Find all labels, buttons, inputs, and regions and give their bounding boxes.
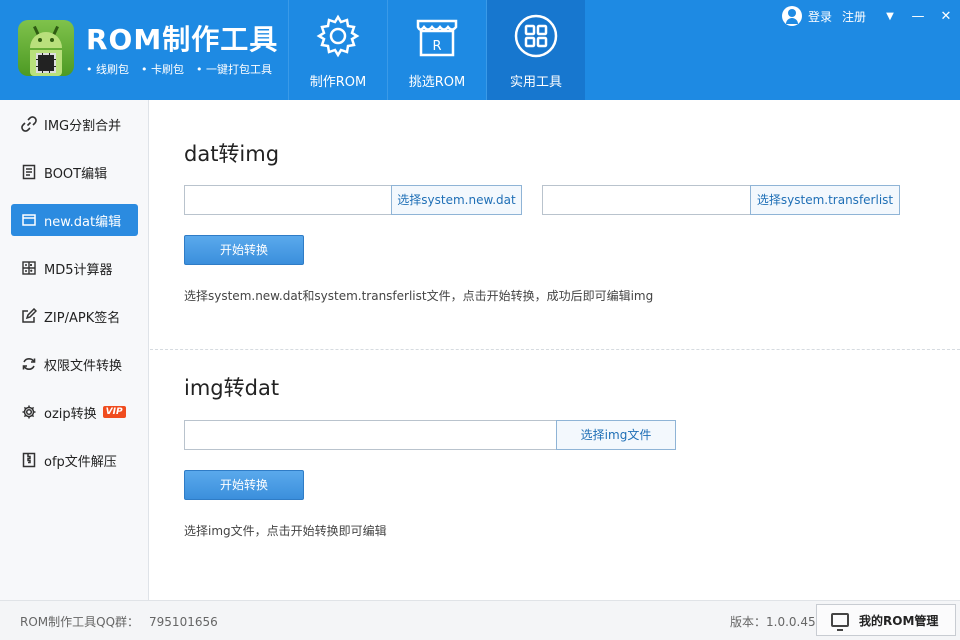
sidebar-item-label: ZIP/APK签名 xyxy=(44,310,121,326)
calculator-icon xyxy=(21,260,37,276)
sidebar-item-img-split[interactable]: IMG分割合并 xyxy=(11,108,138,140)
nav-pick-rom-label: 挑选ROM xyxy=(408,75,466,90)
monitor-icon xyxy=(831,613,849,631)
archive-icon xyxy=(21,452,37,468)
link-icon xyxy=(21,116,37,132)
header: ROM制作工具 • 线刷包 • 卡刷包 • 一键打包工具 制作ROM R 挑选R… xyxy=(0,0,960,100)
edit-icon xyxy=(21,308,37,324)
login-link[interactable]: 登录 xyxy=(808,8,832,25)
sidebar-item-label: 权限文件转换 xyxy=(44,358,123,374)
nav-make-rom-label: 制作ROM xyxy=(309,75,367,90)
version-label: 版本：1.0.0.45 xyxy=(730,615,816,629)
svg-text:R: R xyxy=(432,39,441,54)
footer: ROM制作工具QQ群： 795101656 版本：1.0.0.45 我的ROM管理 xyxy=(0,600,960,640)
my-rom-manager-label: 我的ROM管理 xyxy=(859,613,939,628)
sidebar-item-label: IMG分割合并 xyxy=(44,118,122,134)
refresh-icon xyxy=(21,356,37,372)
nav-make-rom[interactable]: 制作ROM xyxy=(288,0,387,100)
sidebar-item-newdat-edit[interactable]: new.dat编辑 xyxy=(11,204,138,236)
nav-pick-rom[interactable]: R 挑选ROM xyxy=(387,0,486,100)
gear-icon xyxy=(316,14,360,58)
app-tags: • 线刷包 • 卡刷包 • 一键打包工具 xyxy=(86,61,272,77)
dat2img-start-button[interactable]: 开始转换 xyxy=(184,235,304,265)
my-rom-manager-button[interactable]: 我的ROM管理 xyxy=(816,604,956,636)
sidebar-item-perm-convert[interactable]: 权限文件转换 xyxy=(11,348,138,380)
register-link[interactable]: 注册 xyxy=(842,8,866,25)
sidebar-item-md5[interactable]: MD5计算器 xyxy=(11,252,138,284)
store-icon: R xyxy=(416,19,458,57)
img2dat-title: img转dat xyxy=(184,376,280,400)
select-new-dat-button[interactable]: 选择system.new.dat xyxy=(391,185,522,215)
vip-badge: VIP xyxy=(102,406,126,418)
top-nav: 制作ROM R 挑选ROM 实用工具 xyxy=(288,0,585,100)
nav-tools[interactable]: 实用工具 xyxy=(486,0,585,100)
sidebar: IMG分割合并 BOOT编辑 new.dat编辑 MD5计算器 ZIP/APK签… xyxy=(0,100,149,600)
sidebar-item-label: ofp文件解压 xyxy=(44,454,117,470)
dat2img-title: dat转img xyxy=(184,142,280,166)
user-icon xyxy=(781,6,802,26)
main-panel: dat转img 选择system.new.dat 选择system.transf… xyxy=(150,100,960,600)
app-title: ROM制作工具 xyxy=(86,23,279,56)
img-file-input[interactable] xyxy=(184,420,557,450)
tag-one-click: • 一键打包工具 xyxy=(196,63,272,76)
sidebar-item-boot-edit[interactable]: BOOT编辑 xyxy=(11,156,138,188)
window-controls: 登录 注册 ▼ — ✕ xyxy=(781,0,960,32)
sidebar-item-label: new.dat编辑 xyxy=(44,214,122,230)
nav-tools-label: 实用工具 xyxy=(509,75,562,90)
sidebar-item-ofp-extract[interactable]: ofp文件解压 xyxy=(11,444,138,476)
dat-file-input[interactable] xyxy=(184,185,392,215)
img2dat-start-button[interactable]: 开始转换 xyxy=(184,470,304,500)
tag-line-flash: • 线刷包 xyxy=(86,63,129,76)
close-button[interactable]: ✕ xyxy=(932,9,960,24)
qq-label: ROM制作工具QQ群： xyxy=(20,615,140,629)
sidebar-item-label: BOOT编辑 xyxy=(44,166,108,182)
img2dat-hint: 选择img文件，点击开始转换即可编辑 xyxy=(184,524,387,538)
gear-icon xyxy=(21,404,37,420)
sidebar-item-label: ozip转换 xyxy=(44,406,97,422)
qq-group: ROM制作工具QQ群： 795101656 xyxy=(20,613,218,630)
sidebar-item-zip-sign[interactable]: ZIP/APK签名 xyxy=(11,300,138,332)
sidebar-item-label: MD5计算器 xyxy=(44,262,113,278)
grid-icon xyxy=(514,14,558,58)
qq-number: 795101656 xyxy=(149,615,218,629)
sidebar-item-ozip[interactable]: ozip转换 VIP xyxy=(11,396,138,428)
minimize-button[interactable]: — xyxy=(904,9,932,24)
select-img-button[interactable]: 选择img文件 xyxy=(556,420,676,450)
transferlist-file-input[interactable] xyxy=(542,185,751,215)
dropdown-button[interactable]: ▼ xyxy=(876,11,904,22)
section-divider xyxy=(150,349,960,350)
android-logo-icon xyxy=(18,20,74,76)
document-icon xyxy=(21,164,37,180)
dat2img-hint: 选择system.new.dat和system.transferlist文件，点… xyxy=(184,289,654,303)
file-icon xyxy=(21,212,37,228)
tag-card-flash: • 卡刷包 xyxy=(141,63,184,76)
select-transferlist-button[interactable]: 选择system.transferlist xyxy=(750,185,900,215)
